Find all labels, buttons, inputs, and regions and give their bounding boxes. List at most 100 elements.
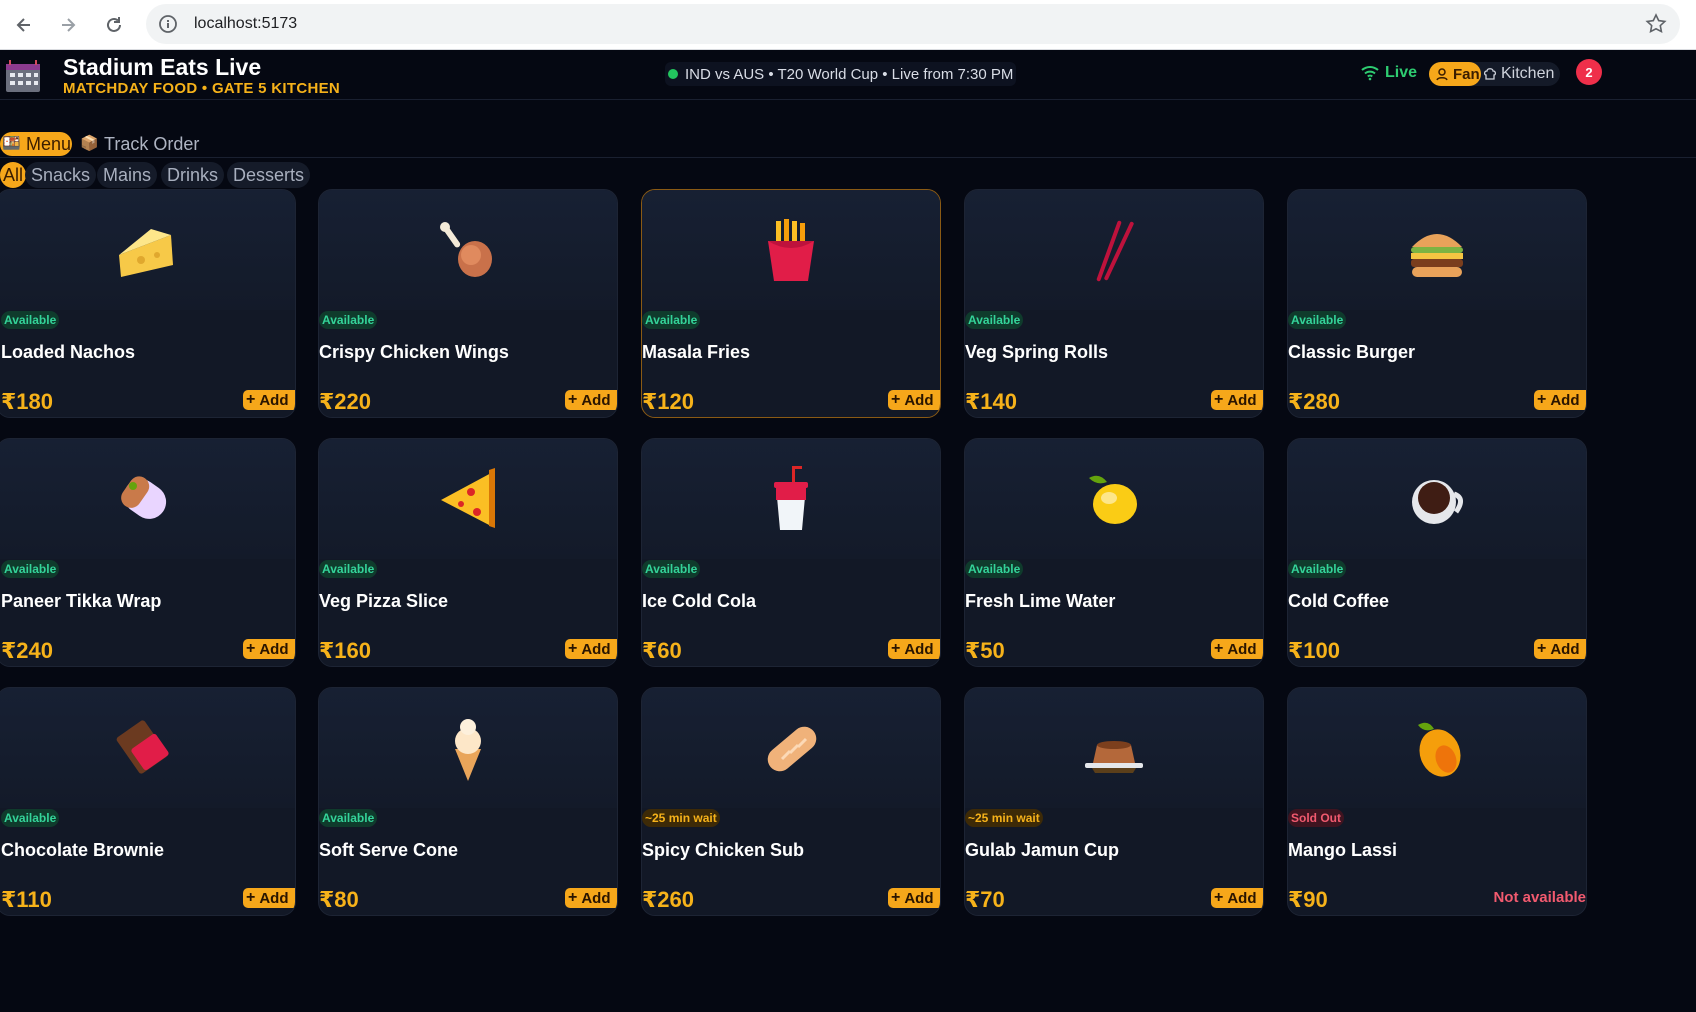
- add-button-label: Add: [1227, 889, 1257, 907]
- menu-item-card[interactable]: ~25 min wait Spicy Chicken Sub ₹260 + Add: [641, 687, 941, 916]
- status-badge: ~25 min wait: [965, 809, 1043, 827]
- add-button-label: Add: [259, 889, 289, 907]
- add-to-cart-button[interactable]: + Add: [243, 888, 295, 908]
- add-to-cart-button[interactable]: + Add: [888, 390, 940, 410]
- add-to-cart-button[interactable]: + Add: [565, 639, 617, 659]
- menu-item-price: ₹140: [965, 389, 1018, 414]
- menu-item-card[interactable]: Available Crispy Chicken Wings ₹220 + Add: [318, 189, 618, 418]
- plus-icon: +: [1214, 391, 1224, 408]
- add-button-label: Add: [581, 640, 611, 658]
- add-to-cart-button[interactable]: + Add: [1211, 639, 1263, 659]
- match-info-text: IND vs AUS • T20 World Cup • Live from 7…: [685, 65, 1014, 83]
- menu-item-price: ₹220: [319, 389, 372, 414]
- add-to-cart-button[interactable]: + Add: [565, 390, 617, 410]
- main-tabs: 🍱 Menu 📦 Track Order: [0, 132, 1696, 158]
- add-button-label: Add: [581, 889, 611, 907]
- user-icon: [1436, 68, 1448, 81]
- bread-icon: [767, 726, 817, 772]
- menu-item-card[interactable]: Sold Out Mango Lassi ₹90 Not available: [1287, 687, 1587, 916]
- menu-item-price: ₹60: [642, 638, 682, 663]
- add-button-label: Add: [904, 640, 934, 658]
- reload-button[interactable]: [98, 9, 130, 41]
- back-button[interactable]: [8, 9, 40, 41]
- menu-item-card[interactable]: Available Ice Cold Cola ₹60 + Add: [641, 438, 941, 667]
- add-button-label: Add: [1550, 391, 1580, 409]
- add-to-cart-button[interactable]: + Add: [243, 390, 295, 410]
- status-badge: Available: [1, 809, 60, 827]
- menu-item-image: [0, 190, 295, 310]
- cup-straw-icon: [774, 466, 808, 530]
- add-button-label: Add: [259, 391, 289, 409]
- plus-icon: +: [1214, 889, 1224, 906]
- url-text[interactable]: localhost:5173: [194, 15, 297, 33]
- menu-item-card[interactable]: Available Veg Spring Rolls ₹140 + Add: [964, 189, 1264, 418]
- ice-cream-icon: [455, 719, 481, 781]
- category-snacks[interactable]: Snacks: [25, 162, 97, 188]
- menu-item-price: ₹160: [319, 638, 372, 663]
- plus-icon: +: [1537, 391, 1547, 408]
- add-to-cart-button[interactable]: + Add: [888, 888, 940, 908]
- mango-icon: [1418, 722, 1461, 777]
- site-info-icon[interactable]: [158, 14, 178, 34]
- add-to-cart-button[interactable]: + Add: [243, 639, 295, 659]
- menu-item-name: Mango Lassi: [1288, 840, 1398, 860]
- add-to-cart-button[interactable]: + Add: [1534, 639, 1586, 659]
- menu-item-name: Chocolate Brownie: [1, 840, 165, 860]
- coffee-icon: [1412, 480, 1463, 524]
- notification-badge[interactable]: 2: [1576, 59, 1602, 85]
- menu-item-card[interactable]: Available Cold Coffee ₹100 + Add: [1287, 438, 1587, 667]
- add-to-cart-button[interactable]: + Add: [1211, 888, 1263, 908]
- category-mains[interactable]: Mains: [97, 162, 158, 188]
- menu-item-image: [965, 439, 1263, 559]
- bookmark-star-icon[interactable]: [1644, 12, 1668, 36]
- menu-item-card[interactable]: Available Loaded Nachos ₹180 + Add: [0, 189, 296, 418]
- forward-button[interactable]: [52, 9, 84, 41]
- menu-item-card[interactable]: Available Masala Fries ₹120 + Add: [641, 189, 941, 418]
- role-kitchen-button[interactable]: Kitchen: [1481, 62, 1560, 86]
- add-to-cart-button[interactable]: + Add: [888, 639, 940, 659]
- add-button-label: Add: [581, 391, 611, 409]
- status-badge: Available: [642, 560, 701, 578]
- menu-item-image: [965, 688, 1263, 808]
- menu-item-price: ₹280: [1288, 389, 1341, 414]
- status-badge: Available: [319, 560, 378, 578]
- menu-item-card[interactable]: Available Soft Serve Cone ₹80 + Add: [318, 687, 618, 916]
- tab-menu[interactable]: 🍱 Menu: [0, 132, 72, 156]
- reload-icon: [107, 17, 121, 32]
- forward-arrow-icon: [62, 18, 76, 32]
- menu-item-card[interactable]: ~25 min wait Gulab Jamun Cup ₹70 + Add: [964, 687, 1264, 916]
- menu-item-price: ₹50: [965, 638, 1005, 663]
- package-icon: 📦: [80, 135, 99, 152]
- menu-item-price: ₹120: [642, 389, 695, 414]
- menu-item-name: Cold Coffee: [1288, 591, 1389, 611]
- add-button-label: Add: [259, 640, 289, 658]
- menu-item-name: Spicy Chicken Sub: [642, 840, 805, 860]
- menu-item-card[interactable]: Available Classic Burger ₹280 + Add: [1287, 189, 1587, 418]
- menu-item-name: Loaded Nachos: [1, 342, 136, 362]
- add-to-cart-button[interactable]: + Add: [565, 888, 617, 908]
- not-available-label: Not available: [1493, 889, 1586, 906]
- address-bar[interactable]: localhost:5173: [146, 4, 1680, 44]
- category-drinks[interactable]: Drinks: [161, 162, 225, 188]
- menu-item-price: ₹100: [1288, 638, 1341, 663]
- add-button-label: Add: [1227, 391, 1257, 409]
- category-all[interactable]: All: [0, 162, 27, 188]
- tab-track-order[interactable]: 📦 Track Order: [80, 132, 199, 156]
- add-to-cart-button[interactable]: + Add: [1534, 390, 1586, 410]
- menu-item-card[interactable]: Available Paneer Tikka Wrap ₹240 + Add: [0, 438, 296, 667]
- menu-item-image: [642, 688, 940, 808]
- plus-icon: +: [246, 391, 256, 408]
- live-dot-icon: [668, 69, 678, 79]
- app-header: Stadium Eats Live MATCHDAY FOOD • GATE 5…: [0, 50, 1696, 100]
- add-button-label: Add: [904, 391, 934, 409]
- category-desserts[interactable]: Desserts: [227, 162, 311, 188]
- status-badge: Sold Out: [1288, 809, 1344, 827]
- menu-item-price: ₹240: [1, 638, 54, 663]
- add-to-cart-button[interactable]: + Add: [1211, 390, 1263, 410]
- menu-item-card[interactable]: Available Veg Pizza Slice ₹160 + Add: [318, 438, 618, 667]
- cheese-icon: [119, 229, 173, 277]
- menu-item-card[interactable]: Available Fresh Lime Water ₹50 + Add: [964, 438, 1264, 667]
- role-fan-button[interactable]: Fan: [1429, 62, 1481, 86]
- plus-icon: +: [891, 640, 901, 657]
- menu-item-card[interactable]: Available Chocolate Brownie ₹110 + Add: [0, 687, 296, 916]
